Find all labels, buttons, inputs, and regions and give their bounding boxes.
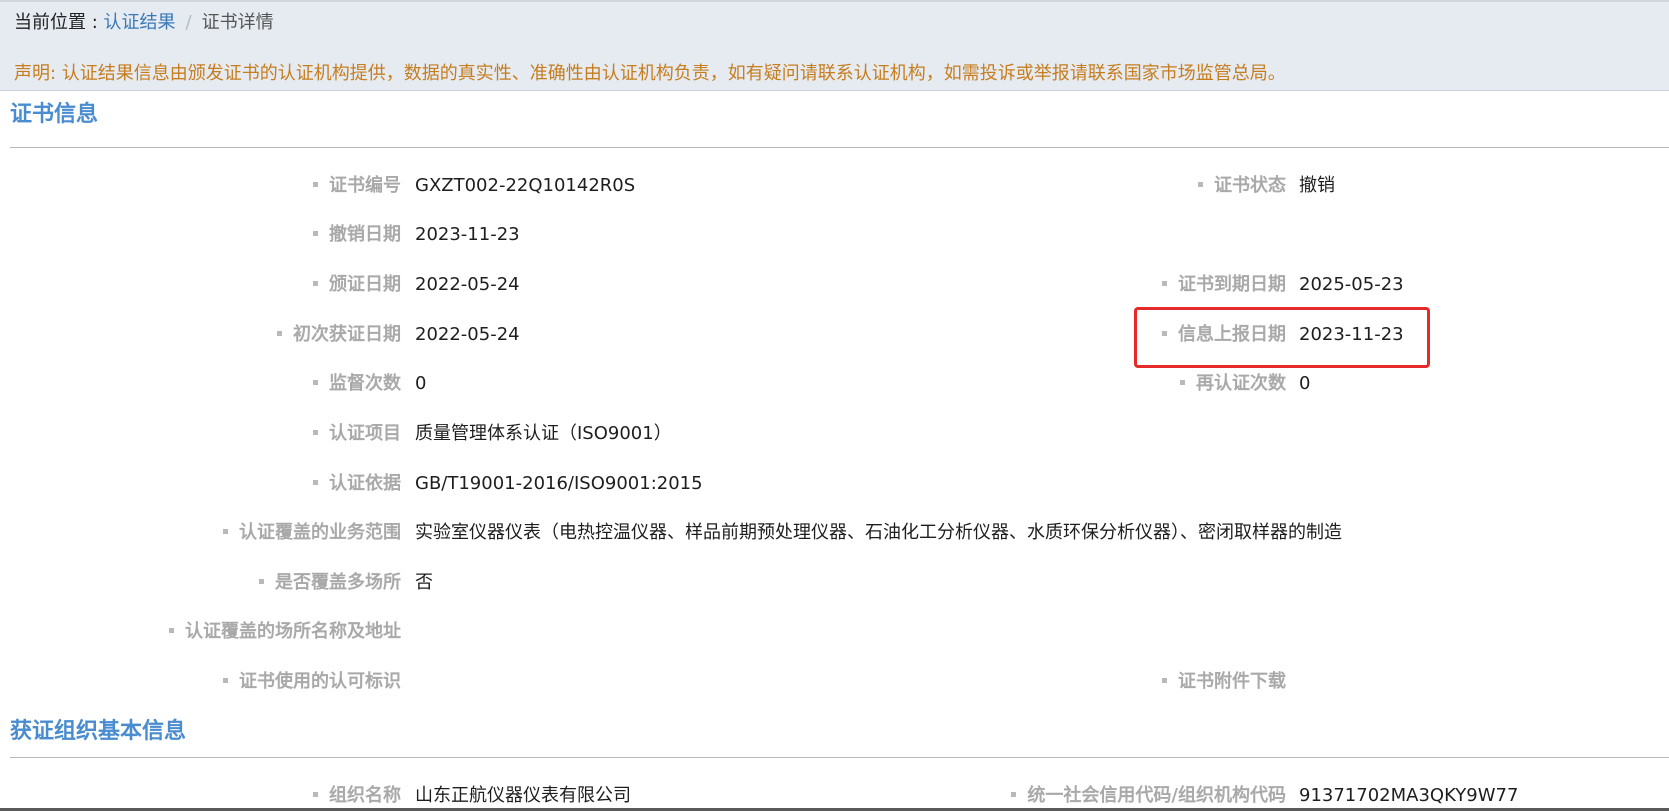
field-label: 证书使用的认可标识: [223, 667, 401, 697]
field-label: 证书编号: [313, 171, 401, 201]
bullet-icon: [313, 429, 318, 435]
field-label: 证书到期日期: [1162, 270, 1286, 300]
breadcrumb: 当前位置 : 认证结果 / 证书详情: [14, 10, 274, 36]
bullet-icon: [313, 280, 318, 286]
bullet-icon: [277, 330, 282, 336]
field-value: 2022-05-24: [415, 324, 520, 345]
field-value: GB/T19001-2016/ISO9001:2015: [415, 473, 703, 494]
bullet-icon: [223, 528, 228, 534]
field-label: 组织名称: [313, 781, 401, 811]
bullet-icon: [313, 791, 318, 797]
field-label: 认证覆盖的业务范围: [223, 518, 401, 548]
field-label: 再认证次数: [1180, 369, 1286, 399]
field-label: 认证项目: [313, 419, 401, 449]
field-value: 0: [415, 373, 427, 394]
bullet-icon: [1180, 379, 1185, 385]
field-value: 2025-05-23: [1299, 274, 1404, 295]
highlight-annotation-box: [1134, 307, 1430, 368]
bullet-icon: [313, 230, 318, 236]
field-value: 0: [1299, 373, 1311, 394]
field-value: GXZT002-22Q10142R0S: [415, 175, 636, 196]
field-value: 山东正航仪器仪表有限公司: [415, 785, 631, 806]
bullet-icon: [259, 578, 264, 584]
field-label: 是否覆盖多场所: [259, 568, 401, 598]
field-label: 监督次数: [313, 369, 401, 399]
field-value: 实验室仪器仪表（电热控温仪器、样品前期预处理仪器、石油化工分析仪器、水质环保分析…: [415, 522, 1342, 543]
top-bar: 当前位置 : 认证结果 / 证书详情 声明: 认证结果信息由颁发证书的认证机构提供，…: [0, 0, 1669, 91]
bullet-icon: [1162, 280, 1167, 286]
bullet-icon: [313, 181, 318, 187]
attachment-download-label[interactable]: 证书附件下载: [1162, 667, 1286, 697]
field-value: 91371702MA3QKY9W77: [1299, 785, 1519, 806]
section-divider: [10, 147, 1669, 148]
bullet-icon: [169, 627, 174, 633]
field-label: 认证依据: [313, 469, 401, 499]
field-label: 认证覆盖的场所名称及地址: [169, 617, 401, 647]
disclaimer-notice: 声明: 认证结果信息由颁发证书的认证机构提供，数据的真实性、准确性由认证机构负责…: [14, 63, 1286, 84]
cert-row: 认证项目 质量管理体系认证（ISO9001）: [0, 419, 1669, 449]
org-section-title: 获证组织基本信息: [10, 719, 187, 744]
bullet-icon: [1011, 791, 1017, 797]
field-label: 证书状态: [1198, 171, 1286, 201]
org-row: 组织名称 山东正航仪器仪表有限公司 统一社会信用代码/组织机构代码 913717…: [0, 781, 1669, 811]
breadcrumb-current: 证书详情: [201, 12, 274, 33]
cert-row: 颁证日期 2022-05-24 证书到期日期 2025-05-23: [0, 270, 1669, 300]
cert-row: 认证覆盖的场所名称及地址: [0, 617, 1669, 647]
cert-row: 证书编号 GXZT002-22Q10142R0S 证书状态 撤销: [0, 171, 1669, 201]
field-label: 撤销日期: [313, 220, 401, 250]
cert-row: 认证覆盖的业务范围 实验室仪器仪表（电热控温仪器、样品前期预处理仪器、石油化工分…: [0, 518, 1669, 548]
cert-row: 证书使用的认可标识 证书附件下载: [0, 667, 1669, 697]
field-label: 颁证日期: [313, 270, 401, 300]
field-label: 统一社会信用代码/组织机构代码: [1011, 781, 1286, 811]
bullet-icon: [313, 379, 318, 385]
breadcrumb-link-results[interactable]: 认证结果: [104, 12, 176, 33]
cert-row: 监督次数 0 再认证次数 0: [0, 369, 1669, 399]
bullet-icon: [313, 479, 318, 485]
breadcrumb-separator: /: [185, 12, 192, 33]
field-value: 撤销: [1299, 175, 1335, 196]
field-value: 否: [415, 572, 433, 593]
field-value: 2023-11-23: [415, 224, 520, 245]
field-value: 质量管理体系认证（ISO9001）: [415, 423, 672, 444]
cert-row: 撤销日期 2023-11-23: [0, 220, 1669, 250]
cert-row: 是否覆盖多场所 否: [0, 568, 1669, 598]
bullet-icon: [1162, 677, 1167, 683]
cert-row: 认证依据 GB/T19001-2016/ISO9001:2015: [0, 469, 1669, 499]
cert-section-title: 证书信息: [10, 102, 99, 127]
section-divider: [10, 757, 1669, 758]
bullet-icon: [1198, 181, 1203, 187]
bullet-icon: [223, 677, 228, 683]
field-label: 初次获证日期: [277, 320, 401, 350]
field-value: 2022-05-24: [415, 274, 520, 295]
breadcrumb-prefix: 当前位置 :: [14, 12, 104, 33]
